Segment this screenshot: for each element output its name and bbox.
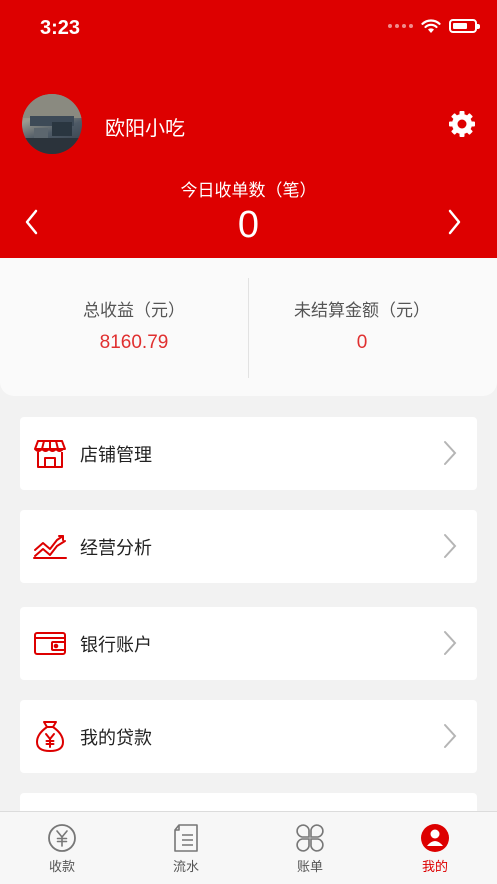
chevron-right-icon <box>444 724 457 748</box>
today-orders-label: 今日收单数（笔） <box>180 181 317 201</box>
tab-label: 账单 <box>296 860 323 875</box>
tab-label: 我的 <box>421 860 448 875</box>
wifi-icon <box>421 19 441 33</box>
total-income-stat[interactable]: 总收益（元） 8160.79 <box>10 258 258 396</box>
menu-item-my-loans[interactable]: 我的贷款 <box>20 700 477 773</box>
unsettled-amount-label: 未结算金额（元） <box>294 301 430 321</box>
tab-label: 流水 <box>172 860 199 875</box>
money-bag-icon <box>36 721 64 752</box>
wallet-icon <box>34 632 66 655</box>
status-time: 3:23 <box>40 17 81 39</box>
menu-item-label: 经营分析 <box>80 538 152 559</box>
tab-label: 收款 <box>48 860 75 875</box>
unsettled-amount-stat[interactable]: 未结算金额（元） 0 <box>238 258 486 396</box>
bottom-tab-bar: 收款 流水 账单 我的 <box>0 811 497 884</box>
total-income-value: 8160.79 <box>99 332 169 353</box>
today-orders-value: 0 <box>237 204 260 246</box>
grid-petals-icon <box>296 824 324 852</box>
profile-header: 3:23 欧阳小吃 今日收单数（笔） 0 <box>0 0 497 258</box>
menu-item-label: 银行账户 <box>80 635 152 656</box>
user-icon <box>421 824 449 852</box>
shop-name: 欧阳小吃 <box>105 116 185 140</box>
menu-item-bank-account[interactable]: 银行账户 <box>20 607 477 680</box>
status-icons <box>388 18 480 34</box>
settings-gear-icon[interactable] <box>447 109 477 139</box>
chevron-right-icon <box>444 534 457 558</box>
tab-mine[interactable]: 我的 <box>373 812 497 884</box>
earnings-summary: 总收益（元） 8160.79 未结算金额（元） 0 <box>0 258 497 396</box>
menu-item-label: 我的贷款 <box>80 728 152 749</box>
chart-icon <box>33 535 67 559</box>
battery-icon <box>449 19 480 33</box>
tab-collect-payment[interactable]: 收款 <box>0 812 124 884</box>
yuan-coin-icon <box>48 824 76 852</box>
chevron-right-icon <box>444 631 457 655</box>
chevron-right-icon <box>444 441 457 465</box>
next-arrow-icon[interactable] <box>444 208 464 236</box>
cellular-signal-icon <box>388 24 413 28</box>
tab-bills[interactable]: 账单 <box>248 812 372 884</box>
tab-transactions[interactable]: 流水 <box>124 812 248 884</box>
avatar[interactable] <box>22 94 82 154</box>
storefront-icon <box>34 440 66 468</box>
menu-item-label: 店铺管理 <box>80 445 152 466</box>
menu-item-business-analysis[interactable]: 经营分析 <box>20 510 477 583</box>
menu-item-store-management[interactable]: 店铺管理 <box>20 417 477 490</box>
document-list-icon <box>174 824 198 852</box>
total-income-label: 总收益（元） <box>83 301 185 321</box>
unsettled-amount-value: 0 <box>356 332 368 353</box>
